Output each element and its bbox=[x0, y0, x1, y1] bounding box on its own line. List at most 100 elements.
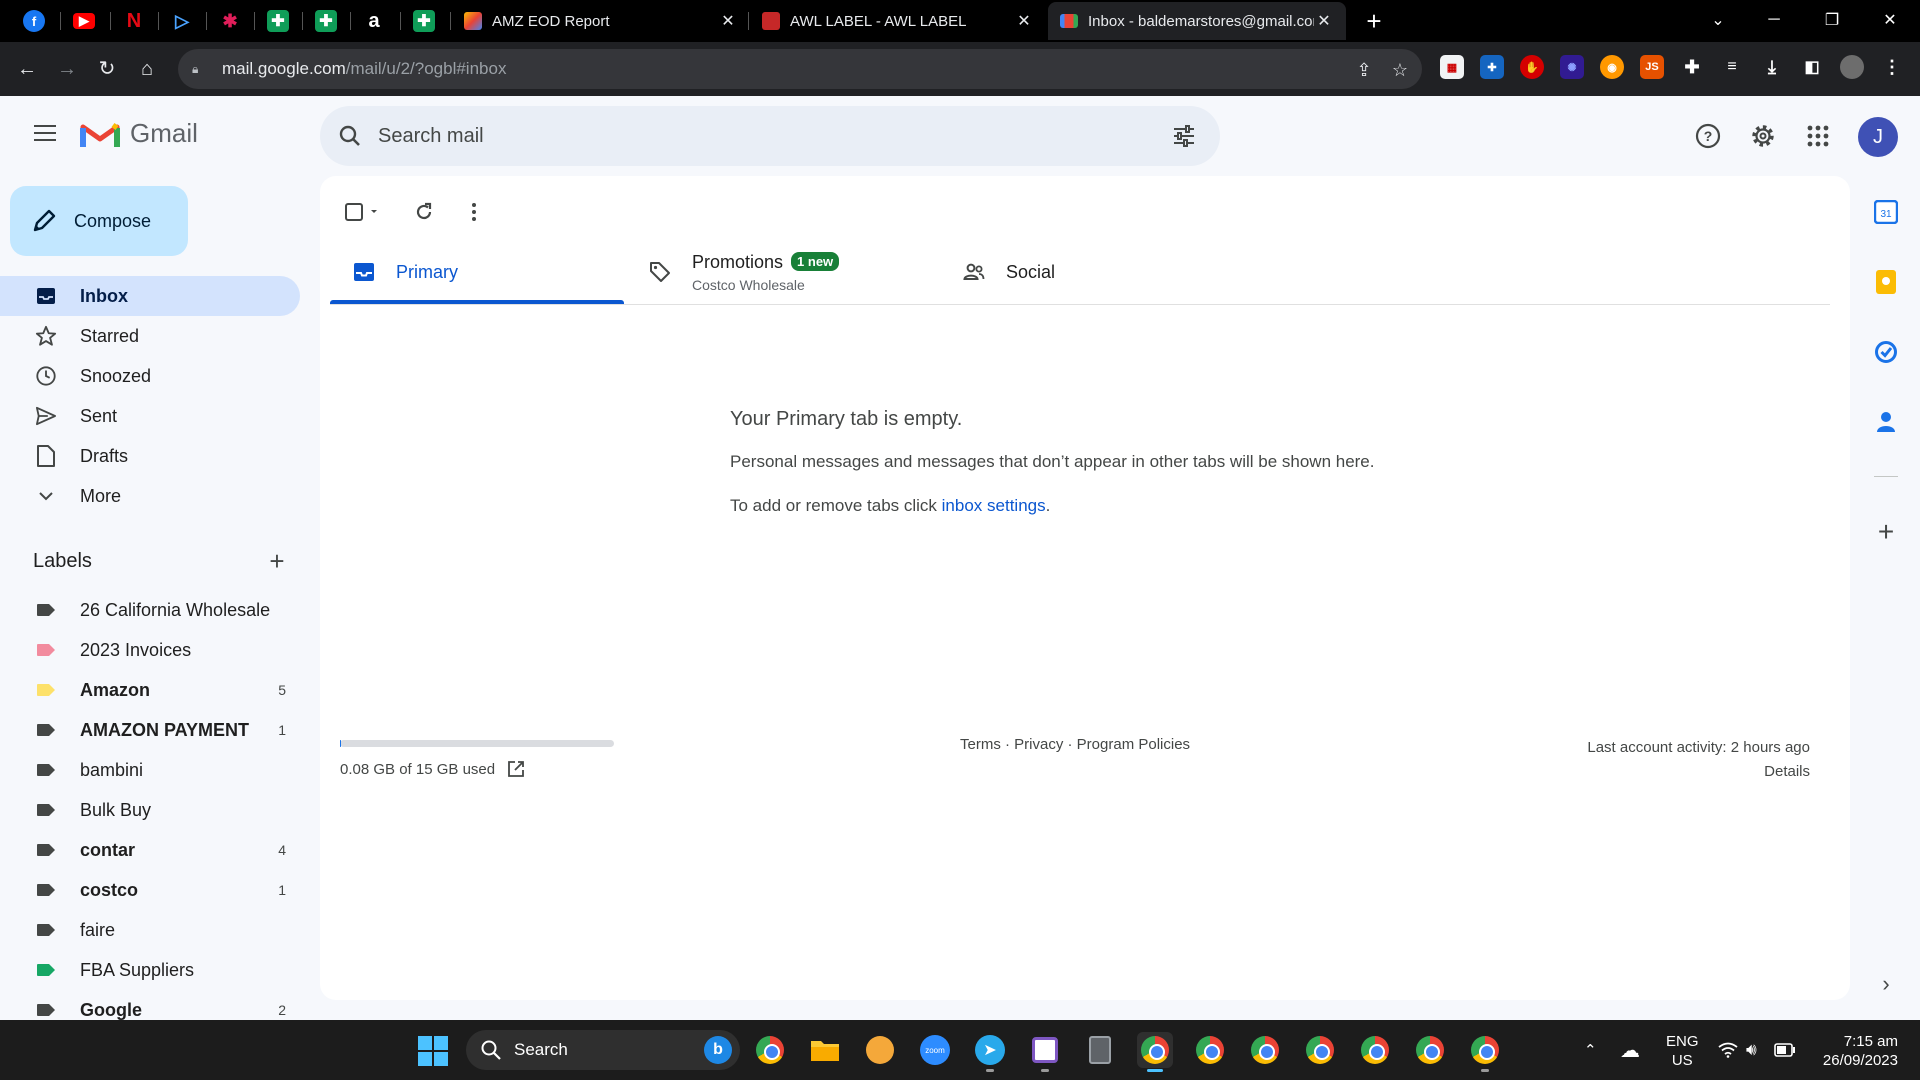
nav-inbox[interactable]: Inbox bbox=[0, 276, 300, 316]
label-item[interactable]: FBA Suppliers bbox=[0, 950, 300, 990]
address-bar[interactable]: 🔒︎ mail.google.com/mail/u/2/?ogbl#inbox … bbox=[178, 49, 1422, 89]
extension-icon-5[interactable]: ◉ bbox=[1600, 55, 1624, 79]
label-item[interactable]: bambini bbox=[0, 750, 300, 790]
label-item[interactable]: 2023 Invoices bbox=[0, 630, 300, 670]
taskbar-chrome-5[interactable] bbox=[1302, 1032, 1338, 1068]
back-button[interactable]: ← bbox=[12, 54, 42, 84]
extension-icon-2[interactable]: ✚ bbox=[1480, 55, 1504, 79]
pinned-tab-app[interactable]: ▷ bbox=[164, 6, 200, 36]
battery-icon[interactable] bbox=[1774, 1020, 1796, 1080]
tab-social[interactable]: Social bbox=[940, 232, 1250, 312]
reload-button[interactable]: ↻ bbox=[92, 54, 122, 84]
gmail-logo[interactable]: Gmail bbox=[80, 118, 198, 149]
restore-button[interactable]: ❐ bbox=[1804, 0, 1860, 40]
label-item[interactable]: Amazon 5 bbox=[0, 670, 300, 710]
taskbar-zoom[interactable]: zoom bbox=[917, 1032, 953, 1068]
volume-icon[interactable]: 🔊︎ bbox=[1746, 1020, 1757, 1080]
taskbar-chrome-2[interactable] bbox=[1137, 1032, 1173, 1072]
download-icon[interactable]: ⤓ bbox=[1760, 55, 1784, 79]
taskbar-search-box[interactable]: Search b bbox=[466, 1030, 740, 1070]
browser-tab-awl-label[interactable]: AWL LABEL - AWL LABEL ✕ bbox=[750, 2, 1046, 40]
search-bar[interactable] bbox=[320, 106, 1220, 166]
profile-avatar-icon[interactable] bbox=[1840, 55, 1864, 79]
label-item[interactable]: 26 California Wholesale bbox=[0, 590, 300, 630]
new-tab-button[interactable]: + bbox=[1356, 6, 1392, 36]
taskbar-snipping-tool[interactable] bbox=[1027, 1032, 1063, 1072]
settings-gear-icon[interactable] bbox=[1745, 118, 1781, 154]
language-indicator[interactable]: ENG US bbox=[1666, 1032, 1699, 1070]
taskbar-chrome-6[interactable] bbox=[1357, 1032, 1393, 1068]
forward-button[interactable]: → bbox=[52, 54, 82, 84]
label-item[interactable]: costco 1 bbox=[0, 870, 300, 910]
label-item[interactable]: Bulk Buy bbox=[0, 790, 300, 830]
show-hidden-icons-chevron-icon[interactable]: ⌃ bbox=[1584, 1020, 1597, 1080]
label-item[interactable]: contar 4 bbox=[0, 830, 300, 870]
pinned-tab-sheets-1[interactable]: ✚ bbox=[260, 6, 296, 36]
taskbar-chrome-8[interactable] bbox=[1467, 1032, 1503, 1072]
pinned-tab-amazon[interactable]: a bbox=[356, 6, 392, 36]
tab-close-icon[interactable]: ✕ bbox=[718, 11, 738, 31]
tab-close-icon[interactable]: ✕ bbox=[1014, 11, 1034, 31]
nav-drafts[interactable]: Drafts bbox=[0, 436, 300, 476]
tab-close-icon[interactable]: ✕ bbox=[1314, 11, 1334, 31]
extension-icon-3[interactable]: ✋ bbox=[1520, 55, 1544, 79]
share-icon[interactable]: ⇪ bbox=[1352, 58, 1376, 82]
pinned-tab-slack[interactable]: ✱ bbox=[212, 6, 248, 36]
browser-tab-gmail[interactable]: Inbox - baldemarstores@gmail.com ✕ bbox=[1048, 2, 1346, 40]
pinned-tab-sheets-3[interactable]: ✚ bbox=[406, 6, 442, 36]
keep-notes-icon[interactable] bbox=[1872, 268, 1900, 296]
taskbar-chrome-4[interactable] bbox=[1247, 1032, 1283, 1068]
nav-starred[interactable]: Starred bbox=[0, 316, 300, 356]
nav-sent[interactable]: Sent bbox=[0, 396, 300, 436]
search-options-icon[interactable] bbox=[1172, 124, 1196, 148]
open-external-icon[interactable] bbox=[507, 760, 525, 778]
wifi-icon[interactable] bbox=[1718, 1020, 1738, 1080]
taskbar-app-cat[interactable] bbox=[862, 1032, 898, 1068]
side-panel-icon[interactable]: ◧ bbox=[1800, 55, 1824, 79]
windows-start-icon[interactable] bbox=[418, 1036, 448, 1066]
media-control-icon[interactable]: ≡ bbox=[1720, 55, 1744, 79]
label-item[interactable]: AMAZON PAYMENT 1 bbox=[0, 710, 300, 750]
pinned-tab-facebook[interactable]: f bbox=[16, 6, 52, 36]
onedrive-cloud-icon[interactable]: ☁ bbox=[1620, 1020, 1640, 1080]
pinned-tab-sheets-2[interactable]: ✚ bbox=[308, 6, 344, 36]
google-apps-icon[interactable] bbox=[1800, 118, 1836, 154]
taskbar-calculator[interactable] bbox=[1082, 1032, 1118, 1068]
chrome-menu-icon[interactable]: ⋮ bbox=[1880, 55, 1904, 79]
more-options-icon[interactable] bbox=[456, 194, 492, 230]
home-button[interactable]: ⌂ bbox=[132, 54, 162, 84]
refresh-icon[interactable] bbox=[406, 194, 442, 230]
extension-icon-6[interactable]: JS bbox=[1640, 55, 1664, 79]
tab-promotions[interactable]: Promotions 1 new Costco Wholesale bbox=[626, 232, 936, 312]
tasks-icon[interactable] bbox=[1872, 338, 1900, 366]
show-side-panel-chevron-icon[interactable]: › bbox=[1872, 970, 1900, 998]
extensions-puzzle-icon[interactable]: ✚ bbox=[1680, 55, 1704, 79]
compose-button[interactable]: Compose bbox=[10, 186, 188, 256]
search-icon[interactable] bbox=[338, 124, 362, 148]
bookmark-star-icon[interactable]: ☆ bbox=[1388, 58, 1412, 82]
taskbar-chrome-7[interactable] bbox=[1412, 1032, 1448, 1068]
bing-icon[interactable]: b bbox=[704, 1036, 732, 1064]
footer-policy-links[interactable]: Terms · Privacy · Program Policies bbox=[960, 736, 1190, 753]
pinned-tab-netflix[interactable]: N bbox=[116, 6, 152, 36]
support-icon[interactable]: ? bbox=[1690, 118, 1726, 154]
account-avatar[interactable]: J bbox=[1858, 117, 1898, 157]
get-addons-plus-icon[interactable]: + bbox=[1872, 516, 1900, 547]
close-window-button[interactable]: ✕ bbox=[1862, 0, 1918, 40]
taskbar-file-explorer[interactable] bbox=[807, 1032, 843, 1068]
taskbar-chrome-3[interactable] bbox=[1192, 1032, 1228, 1068]
search-input[interactable] bbox=[378, 124, 1138, 148]
nav-snoozed[interactable]: Snoozed bbox=[0, 356, 300, 396]
tab-search-chevron-icon[interactable]: ⌄ bbox=[1690, 0, 1746, 40]
taskbar-chrome-1[interactable] bbox=[752, 1032, 788, 1068]
inbox-settings-link[interactable]: inbox settings bbox=[942, 496, 1046, 515]
extension-icon-1[interactable]: ▦ bbox=[1440, 55, 1464, 79]
label-item[interactable]: faire bbox=[0, 910, 300, 950]
nav-more[interactable]: More bbox=[0, 476, 300, 516]
extension-icon-4[interactable]: ✺ bbox=[1560, 55, 1584, 79]
calendar-icon[interactable]: 31 bbox=[1872, 198, 1900, 226]
pinned-tab-youtube[interactable]: ▶ bbox=[66, 6, 102, 36]
select-all-checkbox[interactable] bbox=[340, 194, 390, 230]
contacts-icon[interactable] bbox=[1872, 408, 1900, 436]
activity-details-link[interactable]: Details bbox=[1587, 760, 1810, 784]
